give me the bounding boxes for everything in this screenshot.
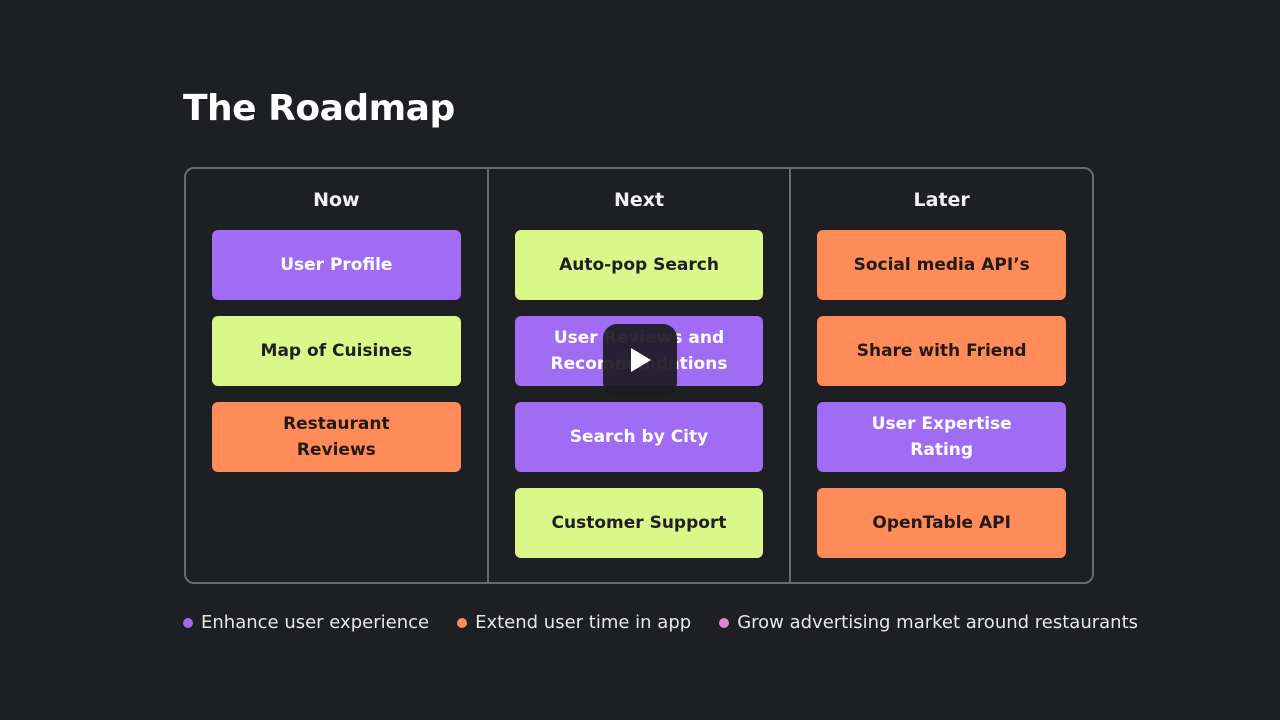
legend-item: Grow advertising market around restauran… bbox=[719, 612, 1138, 633]
roadmap-card: User Expertise Rating bbox=[817, 402, 1067, 472]
column-later: Later Social media API’s Share with Frie… bbox=[789, 169, 1092, 582]
roadmap-card: User Profile bbox=[212, 230, 461, 300]
column-now: Now User Profile Map of Cuisines Restaur… bbox=[186, 169, 487, 582]
legend-dot-icon bbox=[719, 617, 730, 628]
page-title: The Roadmap bbox=[183, 88, 455, 129]
legend-label: Grow advertising market around restauran… bbox=[737, 612, 1139, 633]
legend-label: Extend user time in app bbox=[475, 612, 692, 633]
legend-item: Extend user time in app bbox=[457, 612, 691, 633]
roadmap-card: OpenTable API bbox=[817, 488, 1067, 558]
roadmap-card: Search by City bbox=[514, 402, 764, 472]
column-cards: User Profile Map of Cuisines Restaurant … bbox=[212, 230, 461, 488]
roadmap-card: Social media API’s bbox=[817, 230, 1067, 300]
legend-label: Enhance user experience bbox=[201, 612, 430, 633]
column-cards: Auto-pop Search User Reviews and Recomme… bbox=[514, 230, 764, 574]
column-title: Next bbox=[613, 189, 665, 211]
column-title: Later bbox=[913, 189, 970, 211]
roadmap-card: Restaurant Reviews bbox=[212, 402, 461, 472]
video-play-button[interactable] bbox=[603, 324, 677, 396]
legend: Enhance user experience Extend user time… bbox=[183, 612, 1166, 633]
play-icon bbox=[631, 348, 651, 372]
roadmap-card: Customer Support bbox=[514, 488, 764, 558]
legend-dot-icon bbox=[183, 617, 193, 628]
legend-dot-icon bbox=[457, 617, 468, 628]
column-cards: Social media API’s Share with Friend Use… bbox=[817, 230, 1067, 574]
legend-item: Enhance user experience bbox=[183, 612, 429, 633]
roadmap-card: Map of Cuisines bbox=[212, 316, 461, 386]
roadmap-card: Share with Friend bbox=[817, 316, 1067, 386]
roadmap-card: Auto-pop Search bbox=[514, 230, 764, 300]
column-title: Now bbox=[313, 189, 360, 211]
